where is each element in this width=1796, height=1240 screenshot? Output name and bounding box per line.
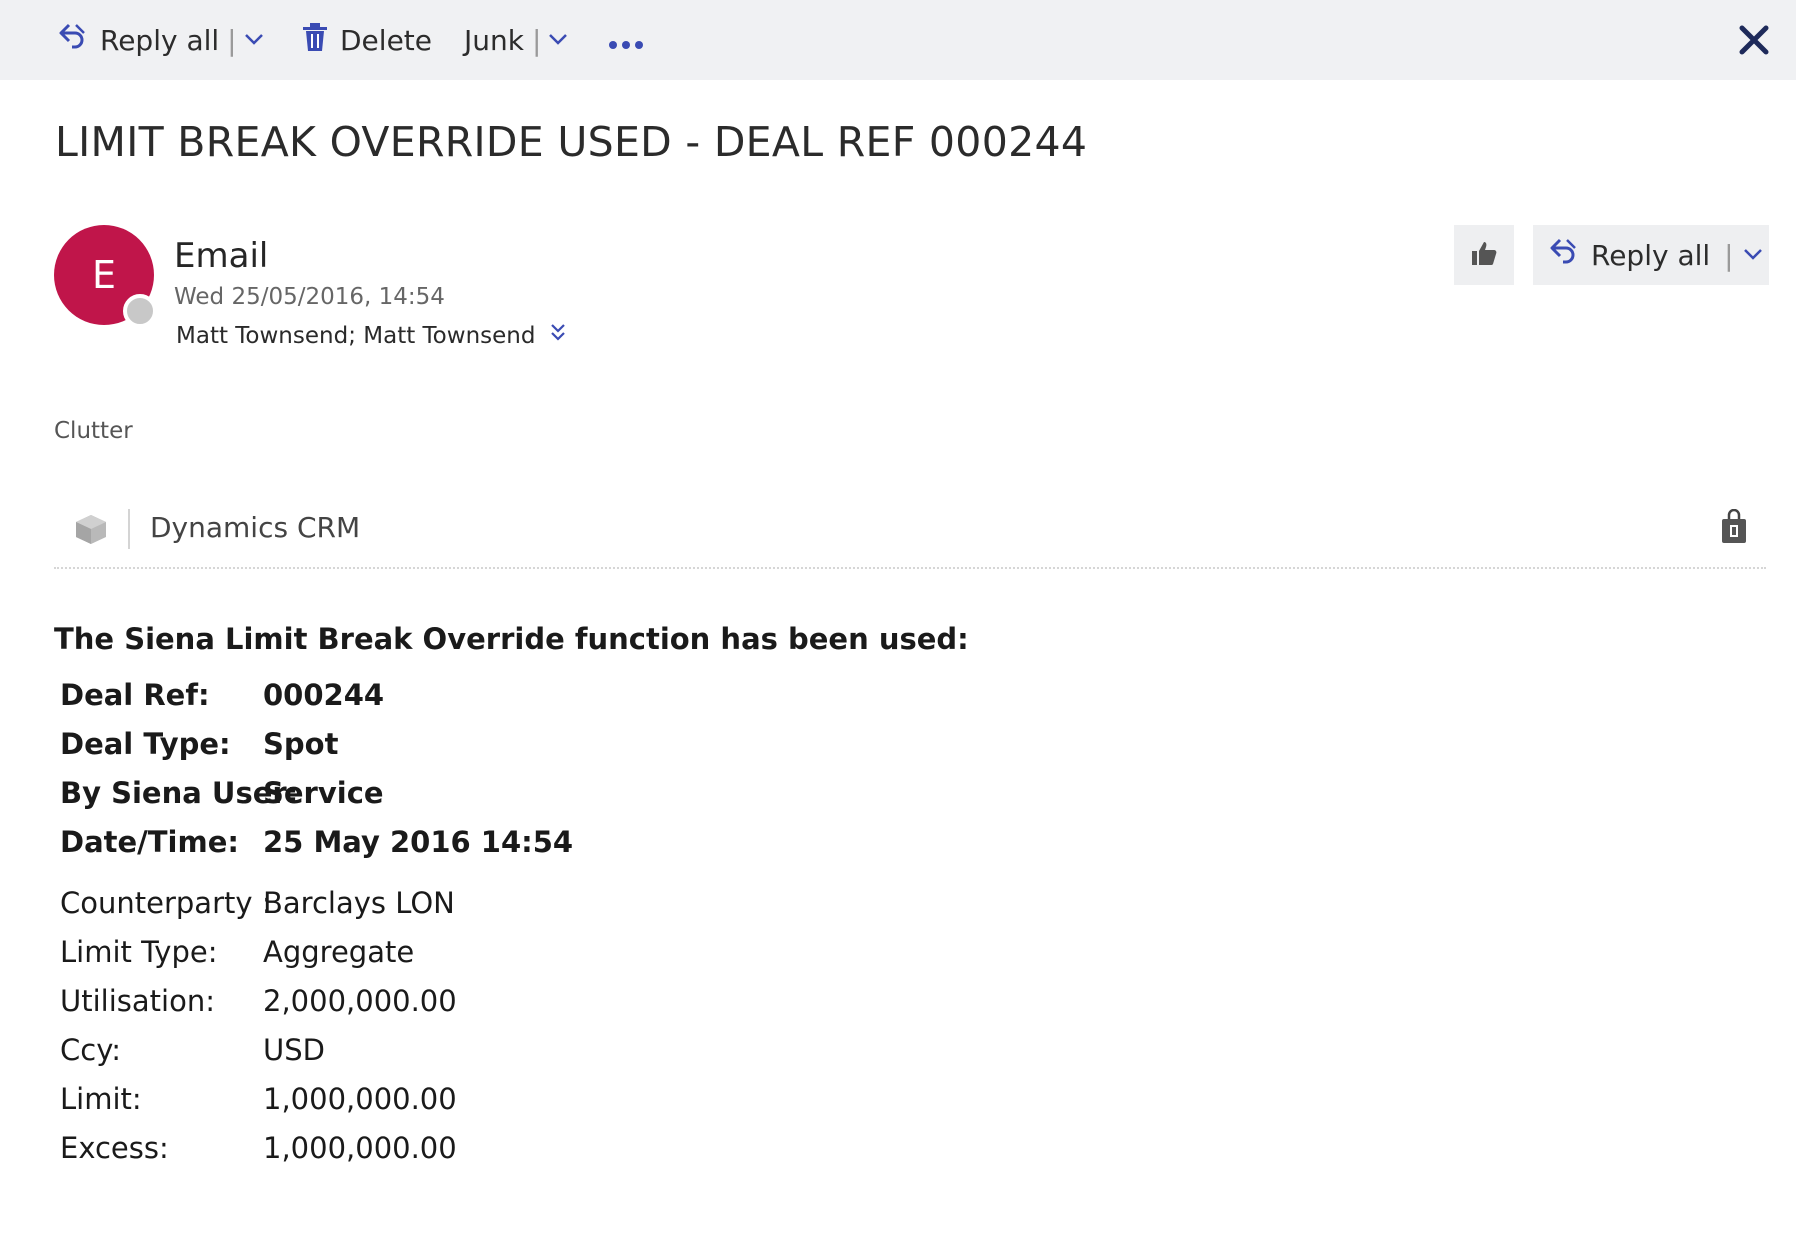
trash-icon [302,22,328,59]
field-label: Excess: [60,1131,169,1165]
field-label: Deal Type: [60,727,231,761]
like-button[interactable] [1454,225,1514,285]
field-value: 2,000,000.00 [263,984,457,1018]
body-intro: The Siena Limit Break Override function … [54,622,969,656]
separator: | [1724,238,1734,272]
field-label: Deal Ref: [60,678,210,712]
field-value: Spot [263,727,339,761]
reply-all-button[interactable]: Reply all | [58,0,265,80]
field-value: 1,000,000.00 [263,1082,457,1116]
sender-name[interactable]: Email [174,236,268,276]
avatar-initial: E [91,253,116,297]
command-toolbar: Reply all | Delete Junk | [0,0,1796,80]
field-label: Ccy: [60,1033,122,1067]
expand-recipients-icon[interactable] [549,322,567,350]
separator: | [531,23,542,57]
field-value: 000244 [263,678,385,712]
sent-date: Wed 25/05/2016, 14:54 [174,284,445,310]
reply-all-icon [1549,237,1579,274]
close-icon[interactable] [1734,20,1774,60]
presence-status-icon [123,294,157,328]
junk-label: Junk [464,23,524,57]
field-value: Service [263,776,384,810]
more-icon [608,24,644,57]
field-label: Date/Time: [60,825,239,859]
junk-button[interactable]: Junk | [464,0,569,80]
reply-options-chevron-down-icon[interactable] [1742,239,1764,272]
reply-all-label: Reply all [1591,238,1711,272]
divider [128,509,130,549]
reply-options-chevron-down-icon[interactable] [243,24,265,57]
field-label: Counterparty : [60,886,272,920]
delete-label: Delete [340,23,432,57]
delete-button[interactable]: Delete [302,0,432,80]
more-actions-button[interactable] [608,0,644,80]
junk-options-chevron-down-icon[interactable] [547,24,569,57]
clutter-category-label: Clutter [54,418,133,444]
thumbs-up-icon [1470,240,1498,270]
message-subject: LIMIT BREAK OVERRIDE USED - DEAL REF 000… [55,118,1088,166]
field-value: 25 May 2016 14:54 [263,825,574,859]
field-label: Limit Type: [60,935,218,969]
field-value: USD [263,1033,325,1067]
field-value: 1,000,000.00 [263,1131,457,1165]
recipients-list[interactable]: Matt Townsend; Matt Townsend [176,323,535,349]
dynamics-crm-icon[interactable] [74,513,108,549]
field-value: Aggregate [263,935,415,969]
field-label: Limit: [60,1082,142,1116]
separator: | [227,23,237,57]
reply-all-message-button[interactable]: Reply all | [1533,225,1769,285]
field-value: Barclays LON [263,886,455,920]
reply-all-icon [58,22,88,59]
reply-all-label: Reply all [100,23,220,57]
store-bag-icon[interactable] [1720,508,1748,549]
field-label: Utilisation: [60,984,215,1018]
dynamics-crm-addin[interactable]: Dynamics CRM [150,511,360,544]
addin-bar: Dynamics CRM [54,505,1766,569]
recipients-line: Matt Townsend; Matt Townsend [176,322,567,350]
